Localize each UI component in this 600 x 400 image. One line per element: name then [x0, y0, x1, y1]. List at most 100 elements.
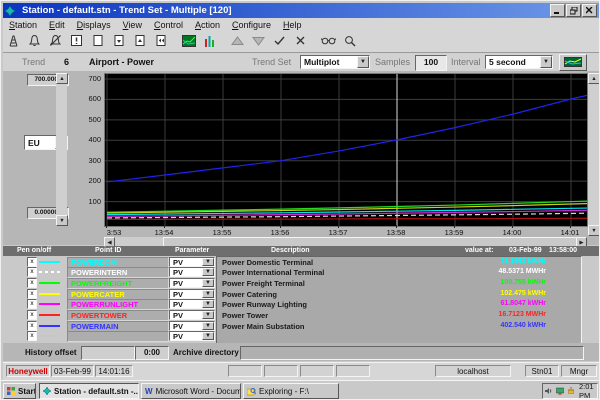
lower-button[interactable] — [248, 33, 269, 50]
parameter-select[interactable]: PV▼ — [169, 321, 215, 331]
interval-select[interactable]: 5 second ▼ — [485, 55, 553, 69]
y-tick-label: 300 — [69, 156, 101, 165]
dropdown-arrow-icon[interactable]: ▼ — [202, 258, 214, 266]
dropdown-arrow-icon[interactable]: ▼ — [202, 332, 214, 340]
close-button[interactable] — [582, 4, 597, 17]
value-cell: 402.540 kWHr — [456, 322, 546, 329]
pen-checkbox[interactable]: x — [27, 299, 37, 309]
status-date: 03-Feb-99 — [51, 365, 94, 377]
pen-color-swatch — [39, 335, 60, 337]
display-settings-icon[interactable] — [556, 387, 564, 395]
operator-view-button[interactable] — [318, 33, 339, 50]
pen-row: x POWERFREIGHT PV▼ Power Freight Termina… — [1, 278, 597, 288]
value-cell: 16.7123 MWHr — [456, 311, 546, 318]
group-display-button[interactable] — [199, 33, 220, 50]
pen-checkbox[interactable]: x — [27, 267, 37, 277]
dropdown-arrow-icon[interactable]: ▼ — [202, 322, 214, 330]
alarm-button[interactable] — [24, 33, 45, 50]
parameter-select[interactable]: PV▼ — [169, 278, 215, 288]
dropdown-arrow-icon[interactable]: ▼ — [540, 56, 552, 68]
scroll-up-icon[interactable]: ▲ — [56, 73, 68, 84]
menu-edit[interactable]: Edit — [43, 20, 71, 30]
start-button[interactable]: Start — [3, 383, 36, 399]
menu-displays[interactable]: Displays — [71, 20, 117, 30]
header-value-time: 13:58:00 — [549, 247, 577, 254]
pen-color-swatch — [39, 261, 60, 263]
parameter-select[interactable]: PV▼ — [169, 289, 215, 299]
page-rewind-button[interactable] — [150, 33, 171, 50]
page-down-button[interactable] — [108, 33, 129, 50]
check-icon — [273, 35, 286, 48]
dropdown-arrow-icon[interactable]: ▼ — [202, 300, 214, 308]
parameter-select[interactable]: PV▼ — [169, 310, 215, 320]
alert-summary-button[interactable] — [66, 33, 87, 50]
dropdown-arrow-icon[interactable]: ▼ — [202, 311, 214, 319]
page-up-button[interactable] — [129, 33, 150, 50]
menu-action[interactable]: Action — [189, 20, 226, 30]
page-button[interactable] — [87, 33, 108, 50]
page-icon — [92, 34, 104, 49]
pen-checkbox[interactable]: x — [27, 331, 37, 341]
power-plug-icon[interactable] — [567, 387, 575, 395]
trend-set-select[interactable]: Multiplot ▼ — [300, 55, 370, 69]
pen-checkbox[interactable]: x — [27, 257, 37, 267]
value-cell: 109.755 kWHr — [456, 279, 546, 286]
trend-plot[interactable] — [104, 73, 588, 227]
title-bar[interactable]: Station - default.stn - Trend Set - Mult… — [3, 3, 599, 18]
dropdown-arrow-icon[interactable]: ▼ — [357, 56, 369, 68]
menu-control[interactable]: Control — [148, 20, 189, 30]
parameter-select[interactable]: PV▼ — [169, 267, 215, 277]
history-offset-field[interactable] — [81, 346, 135, 360]
volume-icon[interactable] — [545, 387, 553, 395]
menu-help[interactable]: Help — [277, 20, 308, 30]
parameter-select[interactable]: PV▼ — [169, 299, 215, 309]
pen-checkbox[interactable]: x — [27, 289, 37, 299]
menu-configure[interactable]: Configure — [226, 20, 277, 30]
raise-button[interactable] — [227, 33, 248, 50]
accept-button[interactable] — [269, 33, 290, 50]
zoom-button[interactable] — [339, 33, 360, 50]
glasses-icon — [321, 35, 336, 48]
task-word[interactable]: W Microsoft Word - Document5 — [141, 383, 241, 399]
trend-popup-button[interactable] — [559, 54, 587, 71]
minimize-button[interactable] — [550, 4, 565, 17]
dropdown-arrow-icon[interactable]: ▼ — [202, 268, 214, 276]
scroll-down-icon[interactable]: ▼ — [56, 215, 68, 226]
trend-display-button[interactable] — [178, 33, 199, 50]
scroll-down-icon[interactable]: ▼ — [588, 225, 600, 236]
pen-checkbox[interactable]: x — [27, 278, 37, 288]
history-offset-value[interactable]: 0:00 — [135, 346, 169, 360]
dropdown-arrow-icon[interactable]: ▼ — [202, 290, 214, 298]
task-station[interactable]: Station - default.stn -... — [39, 383, 139, 399]
pen-row: x POWERDOM PV▼ Power Domestic Terminal 7… — [1, 257, 597, 267]
archive-directory-field[interactable] — [240, 346, 584, 360]
explorer-icon — [247, 387, 256, 396]
parameter-select[interactable]: PV▼ — [169, 257, 215, 267]
taskbar: Start Station - default.stn -... W Micro… — [1, 380, 600, 400]
menu-view[interactable]: View — [117, 20, 148, 30]
station-window: Station - default.stn - Trend Set - Mult… — [0, 0, 600, 400]
reject-button[interactable] — [290, 33, 311, 50]
header-pen: Pen on/off — [17, 247, 51, 254]
pen-checkbox[interactable]: x — [27, 321, 37, 331]
right-scrollbar[interactable]: ▲ ▼ — [588, 73, 599, 235]
pen-checkbox[interactable]: x — [27, 310, 37, 320]
scale-scrollbar[interactable]: ▲ ▼ — [56, 73, 67, 225]
point-id-cell[interactable]: POWERFREIGHT — [67, 278, 169, 289]
chart-panel: 700.0000 EU ▼ 0.000000 ▲ ▼ 1002003004005… — [3, 71, 599, 245]
clock[interactable]: 2:01 PM — [579, 382, 595, 400]
description-cell: Power Main Substation — [222, 322, 457, 331]
dropdown-arrow-icon[interactable]: ▼ — [202, 279, 214, 287]
restore-button[interactable] — [566, 4, 581, 17]
point-id-cell[interactable]: POWERINTERN — [67, 267, 169, 278]
point-id-cell[interactable]: POWERTOWER — [67, 310, 169, 321]
point-id-cell[interactable]: POWERRUNLIGHT — [67, 299, 169, 310]
point-id-cell[interactable] — [67, 331, 169, 342]
station-overview-button[interactable] — [3, 33, 24, 50]
samples-value[interactable]: 100 — [415, 55, 447, 71]
task-explorer[interactable]: Exploring - F:\ — [243, 383, 339, 399]
menu-station[interactable]: Station — [3, 20, 43, 30]
parameter-select[interactable]: PV▼ — [169, 331, 215, 341]
alarm-silence-button[interactable] — [45, 33, 66, 50]
scroll-up-icon[interactable]: ▲ — [588, 73, 600, 84]
